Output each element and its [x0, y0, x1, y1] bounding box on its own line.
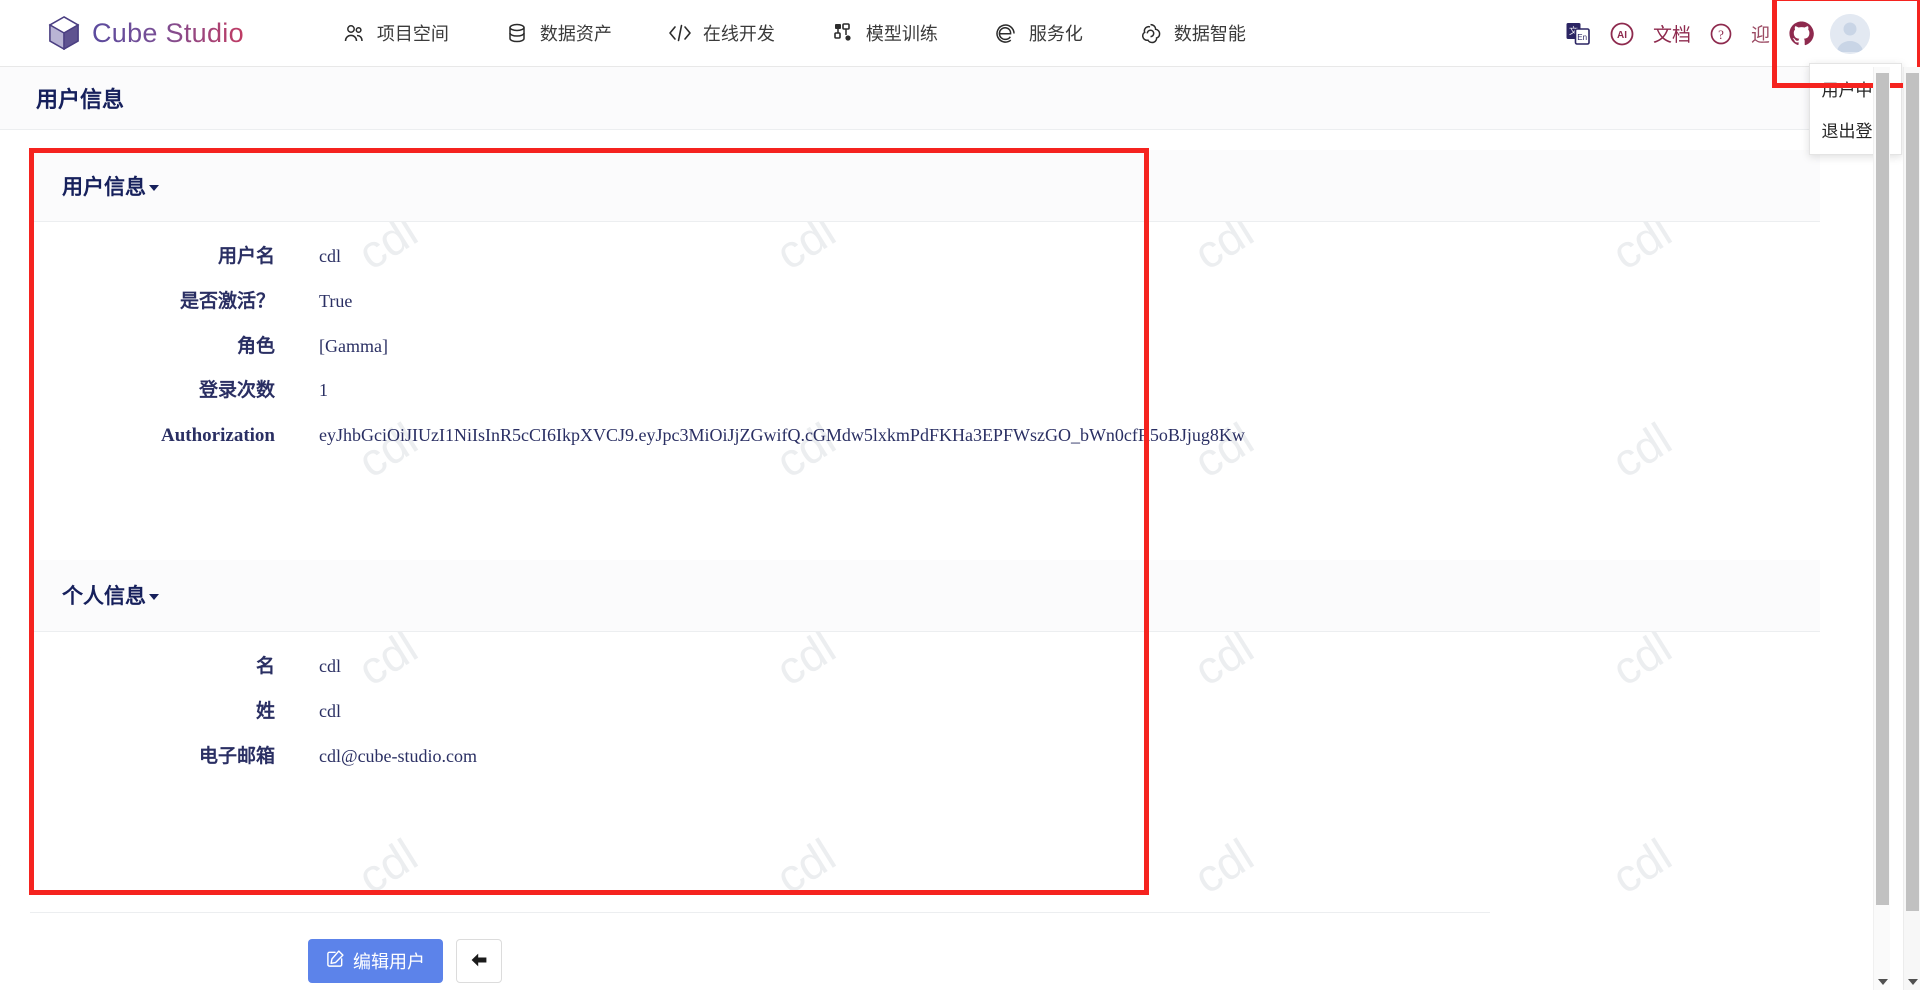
database-icon [505, 21, 529, 45]
watermark-text: cdl [0, 412, 9, 488]
arrow-left-icon [469, 950, 489, 973]
outer-scrollbar[interactable] [1903, 67, 1920, 990]
nav-item-online-dev[interactable]: 在线开发 [640, 20, 803, 46]
field-value: cdl@cube-studio.com [319, 745, 478, 766]
section-header-user-info[interactable]: 用户信息 [30, 150, 1820, 222]
scroll-down-icon[interactable] [1874, 973, 1891, 990]
field-value: [Gamma] [319, 335, 388, 356]
field-label: 角色 [236, 335, 275, 357]
nav-item-label: 数据智能 [1173, 24, 1246, 44]
field-row: 姓 cdl [30, 701, 1820, 724]
code-icon [668, 21, 692, 45]
inner-scrollbar[interactable] [1873, 67, 1890, 990]
question-circle-icon[interactable]: ? [1700, 22, 1742, 46]
section-header-personal-info[interactable]: 个人信息 [30, 559, 1820, 632]
edit-user-label: 编辑用户 [353, 952, 425, 972]
edit-square-icon [326, 949, 345, 973]
field-row: 登录次数 1 [30, 380, 1820, 403]
field-value: 1 [319, 380, 328, 401]
ai-circle-icon[interactable]: AI [1600, 21, 1644, 47]
users-icon [342, 21, 366, 45]
scroll-thumb[interactable] [1876, 73, 1889, 905]
svg-text:AI: AI [1617, 30, 1627, 41]
translate-icon[interactable]: 文 En [1556, 21, 1600, 47]
nav-item-label: 项目空间 [376, 24, 449, 44]
watermark-text: cdl [0, 828, 9, 904]
field-row: 是否激活？ True [30, 291, 1820, 314]
nav-item-label: 在线开发 [702, 24, 775, 44]
page-title: 用户信息 [36, 87, 125, 112]
nav-item-data-assets[interactable]: 数据资产 [477, 20, 640, 46]
brand-text: Cube Studio [92, 17, 244, 48]
spiral-icon [1139, 21, 1163, 45]
svg-text:?: ? [1718, 27, 1724, 42]
field-row: 用户名 cdl [30, 246, 1820, 269]
field-label: 姓 [255, 700, 275, 722]
navbar-right: 文 En AI 文档 ? 迎 [1556, 0, 1890, 67]
field-value: cdl [319, 246, 341, 266]
welcome-text: 迎 [1742, 20, 1779, 47]
back-button[interactable] [456, 939, 502, 983]
doc-label: 文档 [1652, 25, 1691, 46]
field-value: eyJhbGciOiJIUzI1NiIsInR5cCI6IkpXVCJ9.eyJ… [319, 425, 1245, 446]
field-value: cdl [319, 655, 341, 676]
nav-item-label: 服务化 [1028, 24, 1083, 44]
pipeline-icon [831, 21, 855, 45]
nav-item-model-training[interactable]: 模型训练 [803, 20, 966, 46]
watermark-text: cdl [1602, 828, 1681, 904]
section-title: 个人信息 [62, 585, 146, 609]
field-label: Authorization [161, 425, 275, 447]
nav-item-serving[interactable]: 服务化 [966, 20, 1111, 46]
browser-icon [994, 21, 1018, 45]
brand[interactable]: Cube Studio [48, 16, 244, 50]
field-label: 用户名 [217, 246, 275, 267]
nav-item-label: 模型训练 [865, 24, 938, 44]
user-info-panel: 用户信息 用户名 cdl 是否激活？ True 角色 [Gamma] 登录次数 … [30, 150, 1820, 794]
field-label: 登录次数 [198, 380, 275, 402]
field-row: 角色 [Gamma] [30, 336, 1820, 359]
edit-user-button[interactable]: 编辑用户 [308, 939, 443, 983]
footer-action-bar: 编辑用户 [30, 912, 1490, 983]
watermark-text: cdl [0, 204, 9, 280]
panel-inner: 用户信息 用户名 cdl 是否激活？ True 角色 [Gamma] 登录次数 … [30, 150, 1820, 794]
watermark-text: cdl [766, 828, 845, 904]
watermark-text: cdl [0, 620, 9, 696]
field-row: Authorization eyJhbGciOiJIUzI1NiIsInR5cC… [30, 425, 1820, 448]
scroll-down-icon[interactable] [1904, 973, 1920, 990]
field-row: 名 cdl [30, 656, 1820, 679]
watermark-text: cdl [348, 828, 427, 904]
scroll-thumb[interactable] [1906, 73, 1919, 911]
cube-logo-icon [48, 16, 80, 50]
watermark-text: cdl [1184, 828, 1263, 904]
nav-item-label: 数据资产 [539, 24, 612, 44]
doc-link[interactable]: 文档 [1644, 20, 1700, 47]
fields-personal-info: 名 cdl 姓 cdl 电子邮箱 cdl@cube-studio.com [30, 632, 1820, 794]
field-label: 是否激活？ [179, 290, 275, 312]
page-header: 用户信息 [0, 67, 1890, 130]
chevron-down-icon [149, 594, 159, 601]
welcome-label: 迎 [1750, 25, 1770, 46]
nav-items: 项目空间 数据资产 在线开发 模型训练 服务化 数据智能 [314, 20, 1274, 46]
section-title: 用户信息 [62, 175, 146, 199]
field-value: cdl [319, 700, 341, 721]
field-value: True [319, 290, 353, 311]
svg-text:En: En [1577, 33, 1587, 42]
nav-item-projects[interactable]: 项目空间 [314, 20, 477, 46]
nav-item-data-intelligence[interactable]: 数据智能 [1111, 20, 1274, 46]
fields-user-info: 用户名 cdl 是否激活？ True 角色 [Gamma] 登录次数 1 Aut… [30, 222, 1820, 560]
github-icon[interactable] [1779, 20, 1824, 47]
top-navbar: Cube Studio 项目空间 数据资产 在线开发 模型训练 服务化 数据智能… [0, 0, 1890, 67]
field-row: 电子邮箱 cdl@cube-studio.com [30, 746, 1820, 769]
field-label: 电子邮箱 [198, 745, 275, 767]
field-label: 名 [255, 655, 275, 677]
avatar-icon [1830, 13, 1870, 54]
chevron-down-icon [149, 184, 159, 191]
avatar[interactable] [1824, 13, 1882, 54]
